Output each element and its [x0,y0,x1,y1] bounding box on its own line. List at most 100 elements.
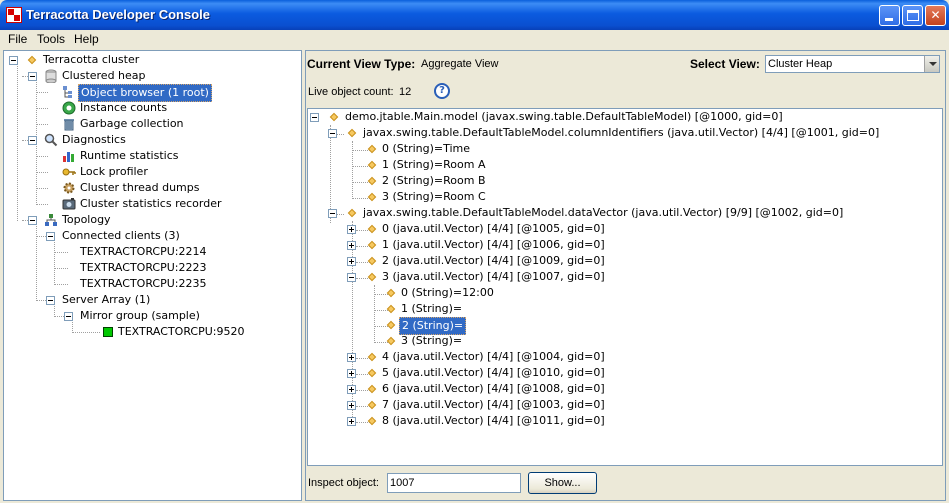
tree-collapse-toggle[interactable] [9,56,18,65]
object-icon [367,352,377,362]
tree-item-server[interactable]: TEXTRACTORCPU:9520 [116,324,246,340]
object-icon [367,400,377,410]
select-view-label: Select View: [690,57,760,71]
object-tree-node[interactable]: 4 (java.util.Vector) [4/4] [@1004, gid=0… [380,349,607,365]
tree-item-instance-counts[interactable]: Instance counts [78,100,169,116]
close-button[interactable]: ✕ [925,5,946,26]
tree-expand-toggle[interactable] [347,257,356,266]
tree-collapse-toggle[interactable] [46,232,55,241]
tree-item-lock-profiler[interactable]: Lock profiler [78,164,150,180]
tree-item-diagnostics[interactable]: Diagnostics [60,132,128,148]
inspect-object-label: Inspect object: [308,477,379,489]
maximize-button[interactable] [902,5,923,26]
object-icon [347,128,357,138]
tree-expand-toggle[interactable] [347,385,356,394]
object-tree-node[interactable]: 0 (java.util.Vector) [4/4] [@1005, gid=0… [380,221,607,237]
object-icon [367,384,377,394]
tree-item-runtime-statistics[interactable]: Runtime statistics [78,148,180,164]
tree-expand-toggle[interactable] [347,417,356,426]
tree-collapse-toggle[interactable] [28,72,37,81]
object-tree-node[interactable]: javax.swing.table.DefaultTableModel.colu… [361,125,881,141]
menu-file[interactable]: File [4,31,31,47]
object-tree-node[interactable]: 1 (String)= [399,301,464,317]
navigation-tree: Terracotta cluster Clustered heap Object… [3,50,302,501]
counter-icon [62,101,76,115]
tree-item-server-array[interactable]: Server Array (1) [60,292,152,308]
minimize-button[interactable] [879,5,900,26]
object-tree-node[interactable]: 8 (java.util.Vector) [4/4] [@1011, gid=0… [380,413,607,429]
tree-collapse-toggle[interactable] [347,273,356,282]
object-tree-node[interactable]: 3 (String)=Room C [380,189,488,205]
menu-bar: File Tools Help [0,30,949,49]
tree-collapse-toggle[interactable] [46,296,55,305]
tree-item-cluster-statistics-recorder[interactable]: Cluster statistics recorder [78,196,224,212]
object-icon [347,208,357,218]
object-icon [367,240,377,250]
show-button[interactable]: Show... [528,472,597,494]
object-tree-node[interactable]: 7 (java.util.Vector) [4/4] [@1003, gid=0… [380,397,607,413]
object-tree-node[interactable]: javax.swing.table.DefaultTableModel.data… [361,205,845,221]
tree-collapse-toggle[interactable] [28,136,37,145]
tree-expand-toggle[interactable] [347,241,356,250]
object-tree-node[interactable]: 1 (java.util.Vector) [4/4] [@1006, gid=0… [380,237,607,253]
object-tree-node-selected[interactable]: 2 (String)= [399,317,467,335]
object-icon [367,160,377,170]
object-tree-node[interactable]: 0 (String)=12:00 [399,285,496,301]
object-tree-node[interactable]: 5 (java.util.Vector) [4/4] [@1010, gid=0… [380,365,607,381]
object-tree-node[interactable]: 3 (String)= [399,333,464,349]
tree-item-client[interactable]: TEXTRACTORCPU:2223 [78,260,208,276]
tree-item-clustered-heap[interactable]: Clustered heap [60,68,148,84]
object-tree-node[interactable]: 6 (java.util.Vector) [4/4] [@1008, gid=0… [380,381,607,397]
object-tree-node[interactable]: 3 (java.util.Vector) [4/4] [@1007, gid=0… [380,269,607,285]
object-icon [367,176,377,186]
title-bar[interactable]: Terracotta Developer Console ✕ [0,0,949,30]
object-tree-node[interactable]: 2 (java.util.Vector) [4/4] [@1009, gid=0… [380,253,607,269]
tree-item-cluster-thread-dumps[interactable]: Cluster thread dumps [78,180,201,196]
server-status-icon [103,327,113,337]
tree-collapse-toggle[interactable] [28,216,37,225]
view-type-value: Aggregate View [421,58,499,70]
object-icon [386,336,396,346]
tree-item-cluster[interactable]: Terracotta cluster [41,52,141,68]
tree-item-garbage-collection[interactable]: Garbage collection [78,116,186,132]
object-icon [386,320,396,330]
object-icon [367,416,377,426]
tree-expand-toggle[interactable] [347,353,356,362]
select-view-dropdown[interactable]: Cluster Heap [765,55,940,73]
object-tree-node[interactable]: 2 (String)=Room B [380,173,488,189]
help-icon[interactable]: ? [434,83,450,99]
menu-tools[interactable]: Tools [33,31,69,47]
tree-item-connected-clients[interactable]: Connected clients (3) [60,228,182,244]
menu-help[interactable]: Help [70,31,103,47]
tree-item-object-browser[interactable]: Object browser (1 root) [78,84,212,102]
view-type-label: Current View Type: [307,57,416,71]
tree-expand-toggle[interactable] [347,401,356,410]
cluster-icon [27,55,37,65]
tree-collapse-toggle[interactable] [328,209,337,218]
tree-collapse-toggle[interactable] [328,129,337,138]
chevron-down-icon[interactable] [924,56,939,72]
tree-item-client[interactable]: TEXTRACTORCPU:2235 [78,276,208,292]
close-icon: ✕ [930,8,941,22]
tree-expand-toggle[interactable] [347,369,356,378]
object-tree-node[interactable]: 1 (String)=Room A [380,157,487,173]
object-tree-node[interactable]: demo.jtable.Main.model (javax.swing.tabl… [343,109,785,125]
database-icon [44,69,58,84]
tree-item-client[interactable]: TEXTRACTORCPU:2214 [78,244,208,260]
object-tree-node[interactable]: 0 (String)=Time [380,141,472,157]
object-browser-icon [62,85,76,99]
tree-collapse-toggle[interactable] [64,312,73,321]
trash-icon [62,117,76,131]
live-count-value: 12 [399,86,412,98]
tree-expand-toggle[interactable] [347,225,356,234]
key-icon [62,165,76,179]
tree-item-mirror-group[interactable]: Mirror group (sample) [78,308,202,324]
minimize-icon [885,18,893,21]
object-icon [329,112,339,122]
tree-item-topology[interactable]: Topology [60,212,113,228]
tree-collapse-toggle[interactable] [310,113,319,122]
gear-icon [62,181,76,195]
window-title: Terracotta Developer Console [26,7,210,22]
live-count-label: Live object count: [308,86,394,98]
inspect-object-input[interactable]: 1007 [387,473,521,493]
